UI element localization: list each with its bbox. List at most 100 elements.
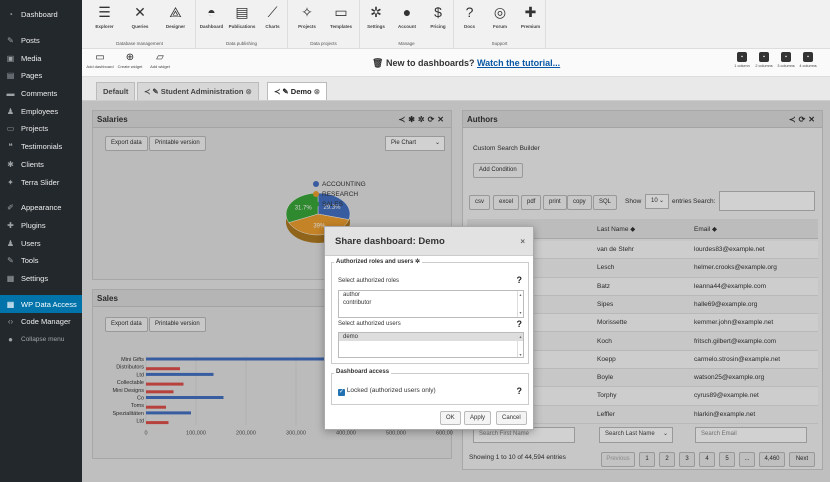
toolbar-button[interactable]: $ Pricing <box>423 3 453 29</box>
close-tab-icon[interactable]: ⊗ <box>314 87 320 96</box>
sidebar-item[interactable]: ▬ Comments <box>0 85 82 103</box>
dashboard-actions-bar: ▭ Add dashboard ⊕ Create widget ▱ Add wi… <box>82 49 830 77</box>
sidebar-item[interactable]: ♟ Users <box>0 234 82 252</box>
sidebar-item[interactable]: ❝ Testimonials <box>0 138 82 156</box>
toolbar-group: ☰ Explorer ✕ Queries ⟁ Designer Database manag… <box>84 0 196 49</box>
plus-circle-icon: ⊕ <box>125 52 135 63</box>
column-layout-button[interactable]: ▪ 4 columns <box>798 52 818 68</box>
help-icon[interactable]: ? <box>517 275 523 285</box>
cancel-button[interactable]: Cancel <box>496 411 527 425</box>
grid-icon: ▪ <box>803 52 813 62</box>
toolbar-button[interactable]: ◎ Forum <box>485 3 515 30</box>
code-icon: ‹› <box>7 317 14 327</box>
toolbar-button[interactable]: ✕ Queries <box>125 3 155 30</box>
create-widget-button[interactable]: ⊕ Create widget <box>116 52 144 69</box>
role-option[interactable]: contributor <box>339 299 523 307</box>
share-icon: ≺ <box>274 87 281 96</box>
column-layout-button[interactable]: ▪ 2 columns <box>754 52 774 68</box>
listbox-scrollbar[interactable]: ▲ ▼ <box>517 291 523 317</box>
toolbar-button[interactable]: ☰ Explorer <box>90 3 120 30</box>
column-layout-button[interactable]: ▪ 3 columns <box>776 52 796 68</box>
sidebar-item[interactable]: ◔ Dashboard <box>0 6 82 24</box>
users-icon: ♟ <box>6 238 15 248</box>
sidebar-item[interactable]: ▤ Pages <box>0 67 82 85</box>
toolbar-button[interactable]: ✲ Settings <box>361 3 391 30</box>
tools-icon: ✕ <box>134 3 146 20</box>
toolbar-button[interactable]: ⟁ Designer <box>161 3 191 30</box>
sidebar-item[interactable]: ✱ Clients <box>0 156 82 174</box>
toolbar-button[interactable]: ⟋ Charts <box>258 3 288 30</box>
gauge-icon: ◓ <box>207 4 216 20</box>
toolbar-button[interactable]: ▭ Templates <box>326 3 356 30</box>
toolbar-group: ? Docs ◎ Forum ✚ Premium Support <box>454 0 546 49</box>
grid-icon: ▪ <box>759 52 769 62</box>
select-roles-label: Select authorized roles <box>338 278 400 284</box>
share-dashboard-dialog: Share dashboard: Demo × Authorized roles … <box>324 226 534 430</box>
tutorial-link[interactable]: Watch the tutorial... <box>477 58 560 68</box>
sidebar-item[interactable]: ▣ Media <box>0 49 82 67</box>
listbox-scrollbar[interactable]: ▲ ▼ <box>517 333 523 357</box>
add-dashboard-button[interactable]: ▭ Add dashboard <box>86 52 114 69</box>
share-icon: ≺ <box>144 87 151 96</box>
authorized-fieldset: Authorized roles and users ✲ Select auth… <box>331 258 529 364</box>
sidebar-item[interactable]: ♟ Employees <box>0 102 82 120</box>
sidebar-item[interactable]: ✎ Tools <box>0 252 82 270</box>
add-dashboard-icon: ▭ <box>95 52 105 63</box>
toolbar-button[interactable]: ● Account <box>392 3 422 29</box>
column-layout-button[interactable]: ▪ 1 column <box>732 52 752 68</box>
sidebar-item[interactable]: ✦ Terra Slider <box>0 173 82 191</box>
sidebar-item[interactable]: ✚ Plugins <box>0 217 82 235</box>
users-listbox[interactable]: demo ▲ ▼ <box>338 332 524 358</box>
tools-icon: ✎ <box>7 256 14 266</box>
sidebar-item[interactable]: ▦ WP Data Access <box>0 295 82 313</box>
monitor-icon: ▭ <box>334 3 348 20</box>
tab-demo[interactable]: ≺ ✎ Demo ⊗ <box>267 82 328 100</box>
tab-default[interactable]: Default <box>96 82 136 100</box>
toolbar-group-label: Database management <box>116 41 163 46</box>
new-dashboards-message: 🗑 New to dashboards? Watch the tutorial.… <box>372 58 561 68</box>
grid-icon: ▪ <box>737 52 747 62</box>
toolbar-group-label: Manage <box>398 41 415 46</box>
sidebar-item[interactable]: ● Collapse menu <box>0 331 82 349</box>
gear-icon[interactable]: ✲ <box>415 259 420 265</box>
sidebar-item[interactable]: ▦ Settings <box>0 270 82 288</box>
pages-icon: ▤ <box>6 71 15 81</box>
close-tab-icon[interactable]: ⊗ <box>246 87 252 96</box>
ok-button[interactable]: OK <box>440 411 461 425</box>
sidebar-item[interactable]: ✎ Posts <box>0 32 82 50</box>
locked-option[interactable]: ✓ Locked (authorized users only) <box>338 387 436 396</box>
roles-listbox[interactable]: author contributor ▲ ▼ <box>338 290 524 318</box>
sidebar-item[interactable]: ▭ Projects <box>0 120 82 138</box>
select-users-label: Select authorized users <box>338 321 401 327</box>
role-option[interactable]: author <box>339 291 523 299</box>
authorized-legend: Authorized roles and users ✲ <box>334 258 423 265</box>
toolbar-button[interactable]: ◓ Dashboard <box>197 3 227 29</box>
edit-icon: ✎ <box>282 87 289 96</box>
magic-wand-icon: ✧ <box>301 3 313 20</box>
toolbar-button[interactable]: ? Docs <box>455 3 485 29</box>
checkbox-checked-icon[interactable]: ✓ <box>338 389 345 396</box>
plugins-icon: ✚ <box>7 220 14 230</box>
slider-icon: ✦ <box>7 177 14 187</box>
help-icon[interactable]: ? <box>517 319 523 329</box>
toolbar-button[interactable]: ▤ Publications <box>227 3 257 30</box>
settings-icon: ▦ <box>6 273 15 283</box>
tab-student-administration[interactable]: ≺ ✎ Student Administration ⊗ <box>137 82 259 100</box>
grid-icon: ▪ <box>781 52 791 62</box>
clients-icon: ✱ <box>7 159 14 169</box>
apply-button[interactable]: Apply <box>464 411 492 425</box>
toolbar-button[interactable]: ✚ Premium <box>516 3 546 30</box>
edit-icon: ✎ <box>152 87 159 96</box>
close-icon[interactable]: × <box>520 227 525 256</box>
help-icon[interactable]: ? <box>517 386 523 396</box>
sidebar-item[interactable]: ✐ Appearance <box>0 199 82 217</box>
appearance-icon: ✐ <box>7 203 14 213</box>
user-option[interactable]: demo <box>339 333 523 341</box>
add-widget-button[interactable]: ▱ Add widget <box>146 52 174 69</box>
plugin-toolbar: ☰ Explorer ✕ Queries ⟁ Designer Database manag… <box>82 0 830 49</box>
sidebar-item[interactable]: ‹› Code Manager <box>0 313 82 331</box>
toolbar-button[interactable]: ✧ Projects <box>292 3 322 30</box>
id-card-icon: ▤ <box>235 3 249 20</box>
lifebuoy-icon: ◎ <box>493 3 507 20</box>
line-chart-icon: ⟋ <box>267 3 278 20</box>
